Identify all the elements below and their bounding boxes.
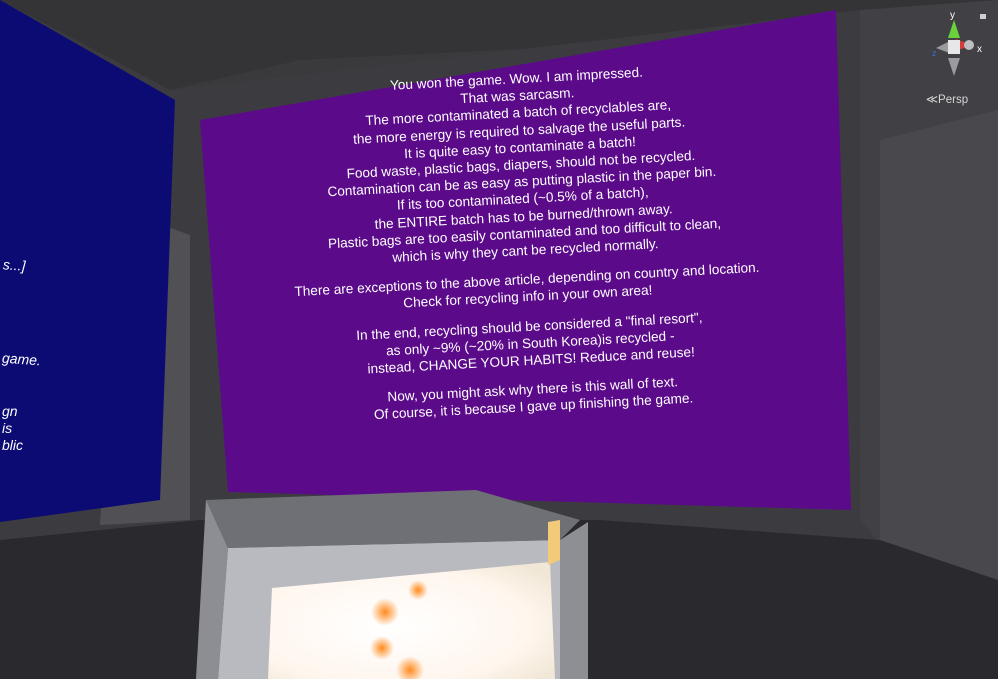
gizmo-down-cone xyxy=(948,58,960,76)
projection-label: Persp xyxy=(938,94,969,106)
scene-view[interactable]: You won the game. Wow. I am impressed. Th… xyxy=(0,0,998,679)
ember-1 xyxy=(371,598,399,626)
gizmo-z-label: z xyxy=(932,48,937,58)
gizmo-y-cone xyxy=(948,20,960,38)
box-side-right xyxy=(560,522,588,679)
blue-fragment: s...] xyxy=(2,256,27,274)
chevron-left-icon: ≪ xyxy=(926,94,939,106)
blue-fragment: is xyxy=(2,420,13,436)
blue-fragment: game. xyxy=(1,349,42,369)
blue-fragment: blic xyxy=(2,437,24,453)
gizmo-x-label: x xyxy=(977,44,982,55)
projection-toggle[interactable]: ≪Persp xyxy=(926,92,968,106)
box-highlight xyxy=(548,520,560,565)
blue-fragment: gn xyxy=(2,403,18,419)
ember-3 xyxy=(370,636,394,660)
gizmo-graphic: y x z xyxy=(932,10,986,76)
gizmo-y-label: y xyxy=(950,10,955,21)
lock-icon xyxy=(980,14,986,19)
ember-2 xyxy=(408,580,428,600)
purple-wall-text: You won the game. Wow. I am impressed. Th… xyxy=(211,54,838,431)
gizmo-cube xyxy=(948,40,960,54)
gizmo-x-ball xyxy=(964,40,974,50)
